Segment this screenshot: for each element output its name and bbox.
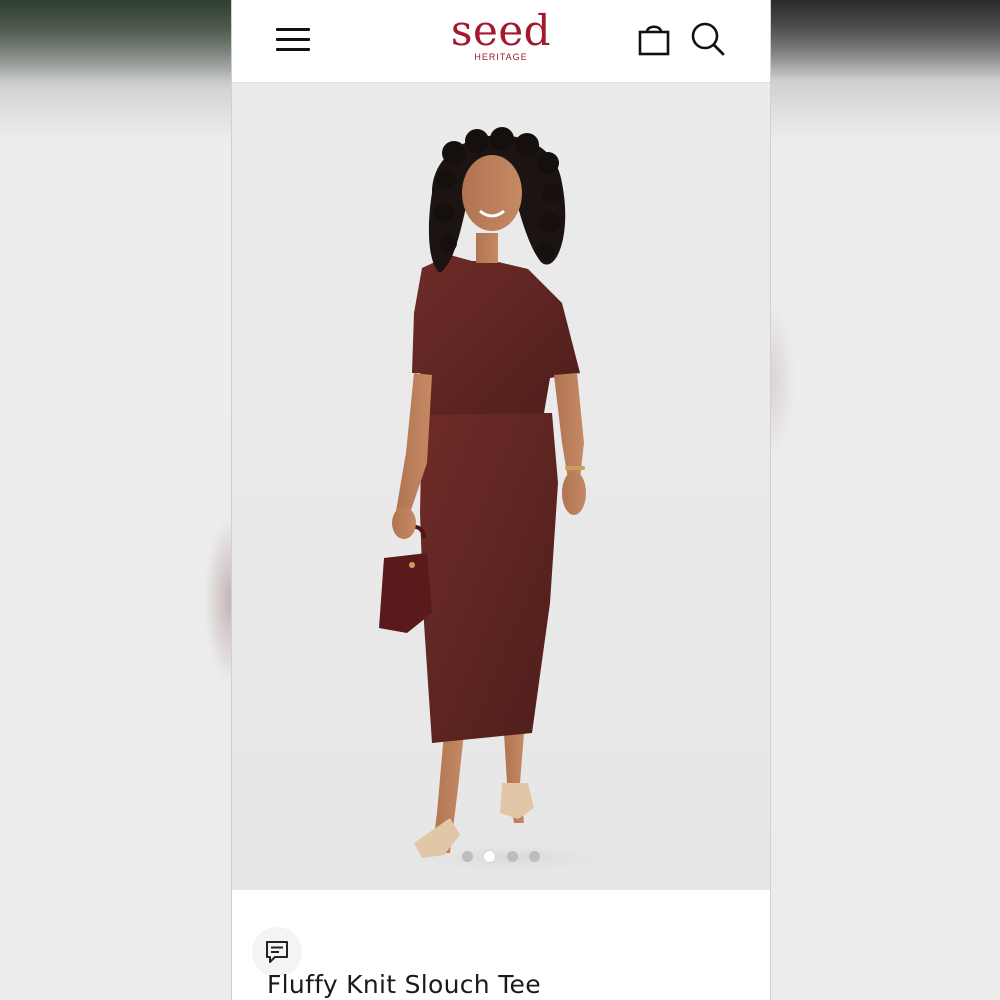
backdrop-left	[0, 0, 232, 1000]
shopping-bag-icon[interactable]	[635, 20, 673, 58]
product-title: Fluffy Knit Slouch Tee	[267, 970, 541, 999]
gallery-dot[interactable]	[507, 851, 518, 862]
gallery-dot[interactable]	[529, 851, 540, 862]
site-header: seed HERITAGE	[232, 0, 770, 83]
product-photo	[379, 127, 632, 876]
mobile-viewport: seed HERITAGE Fluffy Knit Slouch Tee	[231, 0, 771, 1000]
backdrop-right	[768, 0, 1000, 1000]
logo-wordmark: seed	[450, 6, 552, 55]
gallery-dot[interactable]	[462, 851, 473, 862]
gallery-pagination	[460, 851, 550, 865]
hamburger-menu-icon[interactable]	[274, 24, 314, 54]
search-icon[interactable]	[689, 20, 727, 58]
product-image-gallery[interactable]	[232, 83, 770, 890]
brand-logo[interactable]: seed HERITAGE	[432, 8, 570, 74]
gallery-dot-active[interactable]	[484, 851, 495, 862]
